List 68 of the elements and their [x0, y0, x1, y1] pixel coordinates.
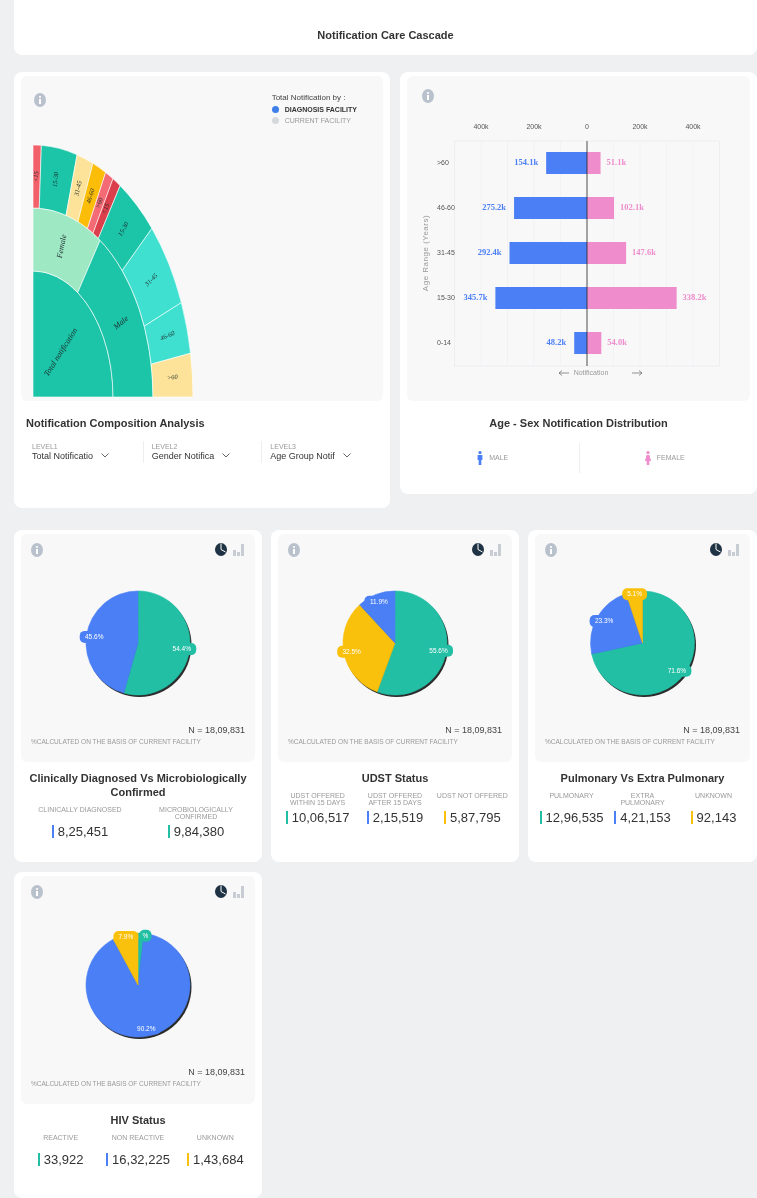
level-dropdown[interactable]: Gender Notifica — [151, 450, 231, 461]
axis-title: Age Range (Years) — [421, 214, 430, 292]
stat-value: 2,15,519 — [372, 809, 424, 825]
bar-chart-icon[interactable] — [233, 885, 245, 898]
total-count: N = 18,09,831 — [188, 725, 245, 735]
card-title: Notification Composition Analysis — [25, 416, 206, 431]
sunburst-segment[interactable] — [65, 154, 94, 223]
value-label: 275.2k — [482, 201, 507, 212]
bar-chart-icon[interactable] — [728, 543, 740, 556]
bar-chart-icon[interactable] — [233, 543, 245, 556]
page-title: Notification Care Cascade — [317, 29, 454, 41]
sunburst-segment[interactable] — [32, 207, 101, 293]
bar-chart-icon[interactable] — [490, 543, 502, 556]
stat-value: 8,25,451 — [57, 823, 109, 839]
info-icon[interactable] — [422, 89, 434, 103]
female-bar — [587, 242, 627, 264]
arrow-right-icon — [631, 370, 643, 376]
value-label: 338.2k — [682, 291, 707, 302]
stat-value: 5,87,795 — [450, 809, 501, 825]
arrow-left-icon — [558, 370, 570, 376]
card-title: UDST Status — [360, 771, 430, 786]
stat-value: 12,96,535 — [545, 809, 604, 825]
level-dropdown[interactable]: Age Group Notif — [270, 450, 351, 461]
card-title: Clinically Diagnosed Vs Microbiologically Confirmed — [28, 771, 248, 800]
legend-title: Total Notification by : — [271, 93, 347, 102]
info-icon[interactable] — [31, 885, 43, 899]
sunburst-segment[interactable] — [32, 144, 42, 209]
sunburst-segment[interactable] — [98, 185, 153, 271]
card-title: Pulmonary Vs Extra Pulmonary — [559, 771, 726, 786]
value-label: 147.6k — [632, 246, 656, 257]
info-icon[interactable] — [545, 543, 557, 557]
chevron-down-icon — [342, 453, 351, 459]
total-count: N = 18,09,831 — [445, 725, 502, 735]
legend-toggle-dot[interactable] — [271, 106, 279, 113]
value-label: 292.4k — [477, 246, 502, 257]
female-person-icon — [644, 450, 651, 465]
total-count: N = 18,09,831 — [683, 725, 740, 735]
female-bar — [587, 197, 615, 219]
stat-value: 9,84,380 — [173, 823, 225, 839]
value-label: 102.1k — [620, 201, 644, 212]
stat-value: 10,06,517 — [291, 809, 350, 825]
stat-value: 33,922 — [43, 1151, 84, 1167]
segment-label: Female — [54, 233, 69, 259]
value-label: 51.1k — [606, 156, 627, 167]
value-label: 48.2k — [546, 336, 567, 347]
card-title: HIV Status — [109, 1113, 167, 1128]
info-icon[interactable] — [288, 543, 300, 557]
sunburst-segment[interactable] — [143, 302, 191, 365]
sunburst-segment[interactable] — [150, 352, 194, 398]
stat-value: 1,43,684 — [193, 1151, 244, 1167]
sunburst-segment[interactable] — [32, 270, 114, 398]
total-count: N = 18,09,831 — [188, 1067, 245, 1077]
value-label: 54.0k — [607, 336, 627, 347]
stat-value: 16,32,225 — [112, 1151, 170, 1167]
info-icon[interactable] — [31, 543, 43, 557]
value-label: 154.1k — [514, 156, 539, 167]
stat-value: 4,21,153 — [620, 809, 671, 825]
male-bar — [546, 152, 587, 174]
chevron-down-icon — [101, 453, 110, 459]
segment-label: Male — [111, 313, 131, 332]
info-icon[interactable] — [34, 93, 46, 107]
legend-toggle-dot[interactable] — [271, 117, 279, 124]
level-dropdown[interactable]: Total Notificatio — [32, 450, 110, 461]
value-label: 345.7k — [463, 291, 488, 302]
male-person-icon — [477, 450, 484, 465]
stat-value: 92,143 — [696, 809, 737, 825]
card-title: Age - Sex Notification Distribution — [488, 416, 669, 431]
chevron-down-icon — [222, 453, 231, 459]
